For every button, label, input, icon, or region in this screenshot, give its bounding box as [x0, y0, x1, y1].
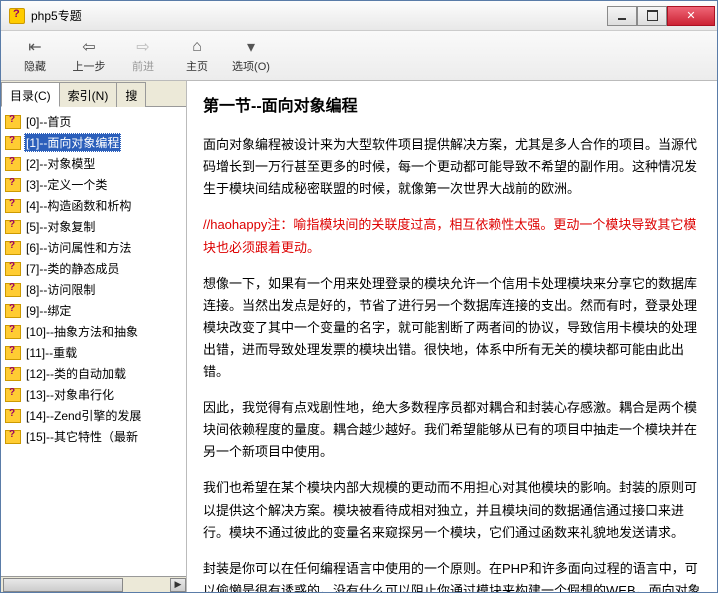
help-page-icon [5, 409, 21, 423]
tree-item[interactable]: [8]--访问限制 [3, 279, 184, 300]
tab-contents[interactable]: 目录(C) [1, 82, 60, 107]
tree-item-label: [12]--类的自动加载 [24, 364, 128, 383]
contents-tree[interactable]: [0]--首页 [1]--面向对象编程 [2]--对象模型 [3]--定义一个类 [4]… [1, 107, 186, 576]
help-page-icon [5, 199, 21, 213]
tree-item[interactable]: [2]--对象模型 [3, 153, 184, 174]
tab-index[interactable]: 索引(N) [59, 82, 118, 107]
titlebar[interactable]: php5专题 [1, 1, 717, 31]
options-icon: ▾ [240, 37, 262, 57]
hide-button[interactable]: ⇤ 隐藏 [9, 34, 61, 78]
article-heading: 第一节--面向对象编程 [203, 93, 701, 120]
help-page-icon [5, 304, 21, 318]
tree-item[interactable]: [9]--绑定 [3, 300, 184, 321]
nav-pane: 目录(C) 索引(N) 搜 [0]--首页 [1]--面向对象编程 [2]--对象模… [1, 81, 187, 592]
nav-hscrollbar[interactable]: ▶ [1, 576, 186, 592]
close-button[interactable] [667, 6, 715, 26]
hide-icon: ⇤ [24, 37, 46, 57]
help-page-icon [5, 430, 21, 444]
minimize-button[interactable] [607, 6, 637, 26]
maximize-button[interactable] [637, 6, 667, 26]
tree-item-label: [8]--访问限制 [24, 280, 97, 299]
tree-item-label: [2]--对象模型 [24, 154, 97, 173]
scrollbar-thumb[interactable] [3, 578, 123, 592]
app-window: php5专题 ⇤ 隐藏 ⇦ 上一步 ⇨ 前进 ⌂ 主页 ▾ 选项(O) [0, 0, 718, 593]
help-page-icon [5, 388, 21, 402]
tree-item-label: [4]--构造函数和析构 [24, 196, 133, 215]
window-title: php5专题 [31, 7, 607, 24]
back-icon: ⇦ [78, 37, 100, 57]
tree-item-label: [3]--定义一个类 [24, 175, 109, 194]
help-page-icon [5, 115, 21, 129]
tree-item-label: [7]--类的静态成员 [24, 259, 121, 278]
home-button[interactable]: ⌂ 主页 [171, 34, 223, 78]
tree-item-label: [6]--访问属性和方法 [24, 238, 133, 257]
forward-button: ⇨ 前进 [117, 34, 169, 78]
help-page-icon [5, 220, 21, 234]
scroll-right-arrow[interactable]: ▶ [170, 578, 186, 592]
tree-item-label: [13]--对象串行化 [24, 385, 116, 404]
options-button[interactable]: ▾ 选项(O) [225, 34, 277, 78]
tab-search[interactable]: 搜 [116, 82, 146, 107]
app-icon [9, 8, 25, 24]
tree-item-label: [1]--面向对象编程 [24, 133, 121, 152]
toolbar: ⇤ 隐藏 ⇦ 上一步 ⇨ 前进 ⌂ 主页 ▾ 选项(O) [1, 31, 717, 81]
help-page-icon [5, 178, 21, 192]
tree-item[interactable]: [11]--重载 [3, 342, 184, 363]
paragraph: 面向对象编程被设计来为大型软件项目提供解决方案，尤其是多人合作的项目。当源代码增… [203, 134, 701, 200]
help-page-icon [5, 325, 21, 339]
paragraph: 我们也希望在某个模块内部大规模的更动而不用担心对其他模块的影响。封装的原则可以提… [203, 477, 701, 543]
tree-item[interactable]: [15]--其它特性（最新 [3, 426, 184, 447]
tree-item[interactable]: [1]--面向对象编程 [3, 132, 184, 153]
tree-item-label: [14]--Zend引擎的发展 [24, 406, 143, 425]
tree-item[interactable]: [10]--抽象方法和抽象 [3, 321, 184, 342]
content-area: 目录(C) 索引(N) 搜 [0]--首页 [1]--面向对象编程 [2]--对象模… [1, 81, 717, 592]
tree-item[interactable]: [4]--构造函数和析构 [3, 195, 184, 216]
help-page-icon [5, 241, 21, 255]
help-page-icon [5, 346, 21, 360]
back-button[interactable]: ⇦ 上一步 [63, 34, 115, 78]
tree-item[interactable]: [12]--类的自动加载 [3, 363, 184, 384]
author-note: //haohappy注：喻指模块间的关联度过高，相互依赖性太强。更动一个模块导致… [203, 214, 701, 258]
help-page-icon [5, 136, 21, 150]
tree-item[interactable]: [14]--Zend引擎的发展 [3, 405, 184, 426]
tree-item-label: [9]--绑定 [24, 301, 73, 320]
paragraph: 封装是你可以在任何编程语言中使用的一个原则。在PHP和许多面向过程的语言中，可以… [203, 558, 701, 592]
content-viewer[interactable]: 第一节--面向对象编程 面向对象编程被设计来为大型软件项目提供解决方案，尤其是多… [187, 81, 717, 592]
help-page-icon [5, 283, 21, 297]
tree-item-label: [5]--对象复制 [24, 217, 97, 236]
tree-item[interactable]: [13]--对象串行化 [3, 384, 184, 405]
tree-item[interactable]: [5]--对象复制 [3, 216, 184, 237]
tree-item[interactable]: [7]--类的静态成员 [3, 258, 184, 279]
help-page-icon [5, 367, 21, 381]
tree-item[interactable]: [6]--访问属性和方法 [3, 237, 184, 258]
tree-item-label: [11]--重载 [24, 343, 79, 362]
tree-item-label: [10]--抽象方法和抽象 [24, 322, 140, 341]
paragraph: 想像一下，如果有一个用来处理登录的模块允许一个信用卡处理模块来分享它的数据库连接… [203, 273, 701, 383]
forward-icon: ⇨ [132, 37, 154, 57]
nav-tabs: 目录(C) 索引(N) 搜 [1, 81, 186, 107]
tree-item-label: [0]--首页 [24, 112, 73, 131]
help-page-icon [5, 157, 21, 171]
tree-item[interactable]: [0]--首页 [3, 111, 184, 132]
home-icon: ⌂ [186, 37, 208, 57]
tree-item-label: [15]--其它特性（最新 [24, 427, 140, 446]
paragraph: 因此，我觉得有点戏剧性地，绝大多数程序员都对耦合和封装心存感激。耦合是两个模块间… [203, 397, 701, 463]
tree-item[interactable]: [3]--定义一个类 [3, 174, 184, 195]
help-page-icon [5, 262, 21, 276]
